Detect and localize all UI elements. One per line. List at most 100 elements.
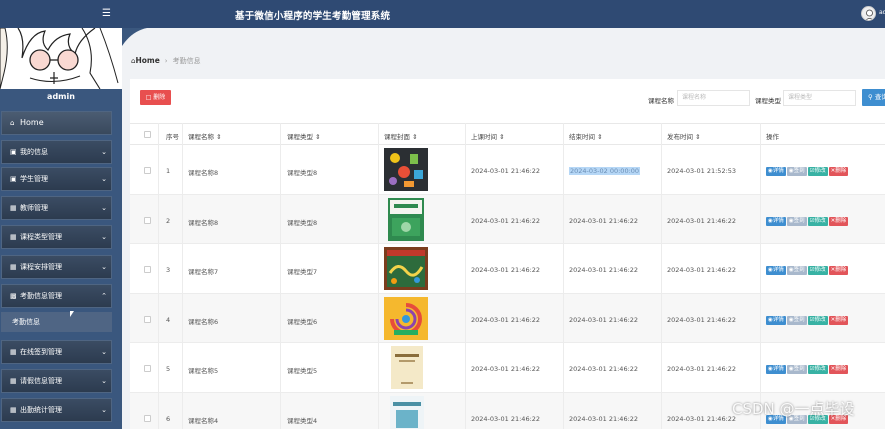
grid-icon: ▦ (10, 233, 17, 241)
sidebar-item-online-signin[interactable]: ▦ 在线签到管理 ⌄ (1, 340, 112, 364)
detail-button[interactable]: ◉详情 (766, 266, 786, 275)
sidebar-item-label: 请假信息管理 (20, 377, 62, 385)
edit-button[interactable]: ☑修改 (807, 365, 828, 374)
header-end-time[interactable]: 结束时间 ⇕ (569, 131, 603, 141)
sidebar-item-label: 学生管理 (20, 175, 48, 183)
cell-end-time: 2024-03-01 21:46:22 (569, 414, 639, 423)
header-course-name[interactable]: 课程名称 ⇕ (188, 131, 222, 141)
top-username[interactable]: admin (879, 9, 885, 16)
cell-start-time: 2024-03-01 21:46:22 (471, 365, 541, 373)
sidebar-subitem-attendance-info[interactable]: 考勤信息 (1, 312, 112, 332)
header-start-time[interactable]: 上课时间 ⇕ (471, 131, 505, 141)
sign-in-button[interactable]: ◉签到 (786, 216, 807, 226)
search-button[interactable]: ⚲ 查询 (862, 89, 885, 106)
row-checkbox[interactable] (144, 414, 151, 422)
cell-publish-time: 2024-03-01 21:46:22 (667, 365, 737, 373)
course-name-input[interactable]: 课程名称 (677, 90, 750, 106)
menu-toggle-icon[interactable]: ☰ (100, 7, 113, 20)
detail-button[interactable]: ◉详情 (766, 216, 786, 226)
cell-end-time: 2024-03-01 21:46:22 (569, 266, 639, 274)
edit-button[interactable]: ☑修改 (807, 315, 828, 325)
course-type-input[interactable]: 课程类型 (783, 90, 856, 106)
home-icon: ⌂ (10, 119, 15, 127)
cell-course-type: 课程类型7 (287, 268, 318, 276)
sidebar-item-label: 教师管理 (20, 204, 48, 212)
course-cover-image (390, 395, 424, 429)
table-header: 序号 课程名称 ⇕ 课程类型 ⇕ 课程封面 ⇕ 上课时间 ⇕ 结束时间 ⇕ 发布… (130, 123, 885, 145)
sign-in-button[interactable]: ◉签到 (786, 167, 807, 176)
sidebar-item-attendance[interactable]: ▩ 考勤信息管理 ⌃ (1, 284, 112, 308)
sidebar-item-label: Home (20, 118, 44, 127)
column-divider (563, 123, 564, 429)
select-all-checkbox[interactable] (144, 131, 151, 138)
profile-avatar (0, 28, 122, 89)
column-divider (158, 123, 159, 429)
row-actions: ◉详情 ◉签到 ☑修改 ✕删除 (766, 364, 849, 374)
detail-button[interactable]: ◉详情 (766, 167, 786, 176)
row-checkbox[interactable] (144, 266, 151, 273)
row-checkbox[interactable] (144, 315, 151, 323)
header-course-type[interactable]: 课程类型 ⇕ (287, 131, 321, 141)
cell-course-name: 课程名称4 (188, 416, 219, 425)
sidebar-item-students[interactable]: ▣ 学生管理 ⌄ (1, 167, 112, 191)
cell-start-time: 2024-03-01 21:46:22 (471, 266, 541, 274)
edit-button[interactable]: ☑修改 (807, 216, 828, 226)
cell-publish-time: 2024-03-01 21:46:22 (667, 414, 737, 423)
row-checkbox[interactable] (144, 167, 151, 174)
column-divider (760, 123, 761, 429)
delete-row-button[interactable]: ✕删除 (828, 216, 849, 226)
sidebar-item-teachers[interactable]: ▦ 教师管理 ⌄ (1, 196, 112, 220)
delete-row-button[interactable]: ✕删除 (828, 266, 849, 275)
cell-publish-time: 2024-03-01 21:52:53 (667, 167, 737, 175)
edit-button[interactable]: ☑修改 (807, 266, 828, 275)
sort-icon: ⇕ (412, 133, 418, 141)
detail-button[interactable]: ◉详情 (766, 365, 786, 374)
profile-card: admin (0, 28, 122, 106)
breadcrumb-home[interactable]: Home (135, 56, 159, 65)
sidebar-item-course-types[interactable]: ▦ 课程类型管理 ⌄ (1, 225, 112, 249)
column-divider (661, 123, 662, 429)
delete-row-button[interactable]: ✕删除 (828, 365, 849, 374)
row-actions: ◉详情 ◉签到 ☑修改 ✕删除 (766, 216, 849, 226)
delete-button[interactable]: □ 删除 (140, 90, 171, 105)
sidebar-item-home[interactable]: ⌂ Home (1, 111, 112, 135)
sidebar-item-label: 在线签到管理 (20, 348, 62, 356)
cell-course-name: 课程名称7 (188, 268, 219, 276)
search-button-label: 查询 (874, 93, 885, 101)
table-row: 2 课程名称8 课程类型8 2024-03-01 21:46:22 2024-0… (130, 194, 885, 244)
sign-in-button[interactable]: ◉签到 (786, 315, 807, 325)
cell-course-name: 课程名称8 (188, 169, 219, 177)
row-checkbox[interactable] (144, 365, 151, 372)
user-avatar[interactable] (861, 6, 876, 21)
row-checkbox[interactable] (144, 216, 151, 224)
chevron-down-icon: ⌄ (101, 204, 107, 212)
sign-in-button[interactable]: ◉签到 (786, 365, 807, 374)
header-publish-time[interactable]: 发布时间 ⇕ (667, 131, 701, 141)
sidebar-item-attendance-stats[interactable]: ▦ 出勤统计管理 ⌄ (1, 398, 112, 422)
cell-no: 2 (166, 216, 171, 225)
sort-icon: ⇕ (695, 133, 701, 141)
cell-no: 1 (166, 167, 171, 175)
cell-course-type: 课程类型5 (287, 367, 318, 375)
chevron-down-icon: ⌄ (101, 377, 107, 385)
sign-in-button[interactable]: ◉签到 (786, 266, 807, 275)
cell-course-type: 课程类型4 (287, 416, 318, 425)
column-divider (465, 123, 466, 429)
header-cover[interactable]: 课程封面 ⇕ (384, 131, 418, 141)
course-cover-image (384, 296, 428, 340)
sidebar-item-label: 我的信息 (20, 148, 48, 156)
course-cover-image (388, 197, 424, 241)
sidebar-item-label: 课程安排管理 (20, 263, 62, 271)
detail-button[interactable]: ◉详情 (766, 315, 786, 325)
grid-icon: ▦ (10, 204, 17, 212)
sidebar-item-my-info[interactable]: ▣ 我的信息 ⌄ (1, 140, 112, 164)
delete-row-button[interactable]: ✕删除 (828, 167, 849, 176)
cell-course-name: 课程名称6 (188, 317, 219, 326)
chevron-down-icon: ⌄ (101, 348, 107, 356)
sidebar-item-leave[interactable]: ▦ 请假信息管理 ⌄ (1, 369, 112, 393)
sidebar-item-course-schedule[interactable]: ▦ 课程安排管理 ⌄ (1, 255, 112, 279)
course-cover-image (384, 148, 428, 191)
edit-button[interactable]: ☑修改 (807, 167, 828, 176)
cell-end-time: 2024-03-01 21:46:22 (569, 365, 639, 373)
delete-row-button[interactable]: ✕删除 (828, 315, 849, 325)
